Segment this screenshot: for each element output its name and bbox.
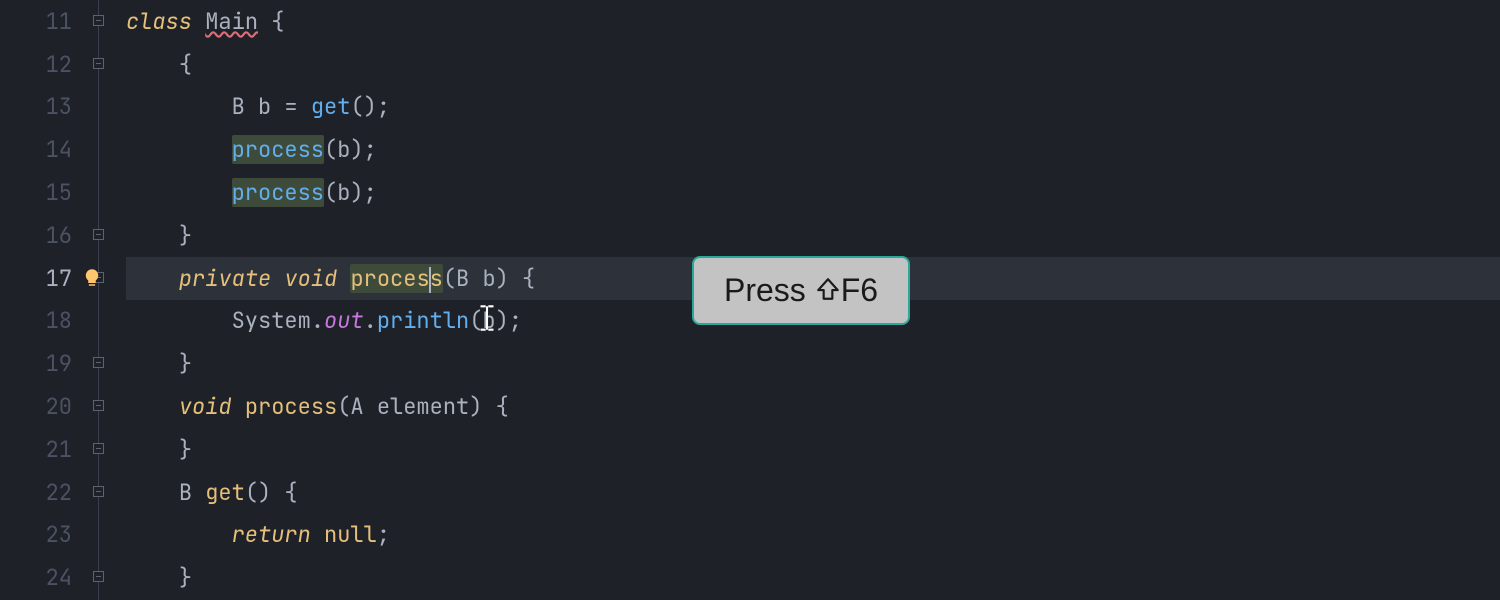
code-line[interactable]: B get() {: [126, 471, 1500, 514]
line-number: 14: [0, 128, 72, 171]
code-line[interactable]: return null;: [126, 514, 1500, 557]
symbol-usage: process: [232, 135, 324, 164]
line-number: 23: [0, 514, 72, 557]
code-line[interactable]: process(b);: [126, 128, 1500, 171]
line-number: 21: [0, 428, 72, 471]
lightbulb-icon[interactable]: [82, 268, 102, 288]
line-number: 20: [0, 385, 72, 428]
hint-prefix: Press: [724, 272, 815, 308]
line-number: 22: [0, 471, 72, 514]
line-number-gutter: 11 12 13 14 15 16 17 18 19 20 21 22 23 2…: [0, 0, 90, 600]
fold-toggle-icon[interactable]: [93, 58, 104, 69]
code-line[interactable]: }: [126, 428, 1500, 471]
code-line[interactable]: B b = get();: [126, 86, 1500, 129]
code-line[interactable]: class Main {: [126, 0, 1500, 43]
class-name: Main: [205, 7, 258, 36]
code-line[interactable]: }: [126, 214, 1500, 257]
fold-column: [90, 0, 126, 600]
line-number: 13: [0, 86, 72, 129]
fold-toggle-icon[interactable]: [93, 571, 104, 582]
shift-key-icon: [815, 275, 841, 303]
code-line[interactable]: void process(A element) {: [126, 385, 1500, 428]
hint-key: F6: [841, 272, 878, 308]
line-number: 15: [0, 171, 72, 214]
symbol-usage: process: [232, 178, 324, 207]
line-number: 17: [0, 257, 72, 300]
fold-toggle-icon[interactable]: [93, 443, 104, 454]
shortcut-hint-popup: Press F6: [692, 256, 910, 325]
line-number: 18: [0, 300, 72, 343]
line-number: 12: [0, 43, 72, 86]
line-number: 19: [0, 342, 72, 385]
fold-toggle-icon[interactable]: [93, 229, 104, 240]
fold-toggle-icon[interactable]: [93, 400, 104, 411]
code-line[interactable]: }: [126, 342, 1500, 385]
line-number: 24: [0, 556, 72, 599]
line-number: 11: [0, 0, 72, 43]
code-line[interactable]: process(b);: [126, 171, 1500, 214]
symbol-declaration: process: [350, 264, 442, 293]
code-line[interactable]: }: [126, 556, 1500, 599]
code-line[interactable]: {: [126, 43, 1500, 86]
fold-toggle-icon[interactable]: [93, 486, 104, 497]
line-number: 16: [0, 214, 72, 257]
fold-toggle-icon[interactable]: [93, 15, 104, 26]
fold-toggle-icon[interactable]: [93, 357, 104, 368]
